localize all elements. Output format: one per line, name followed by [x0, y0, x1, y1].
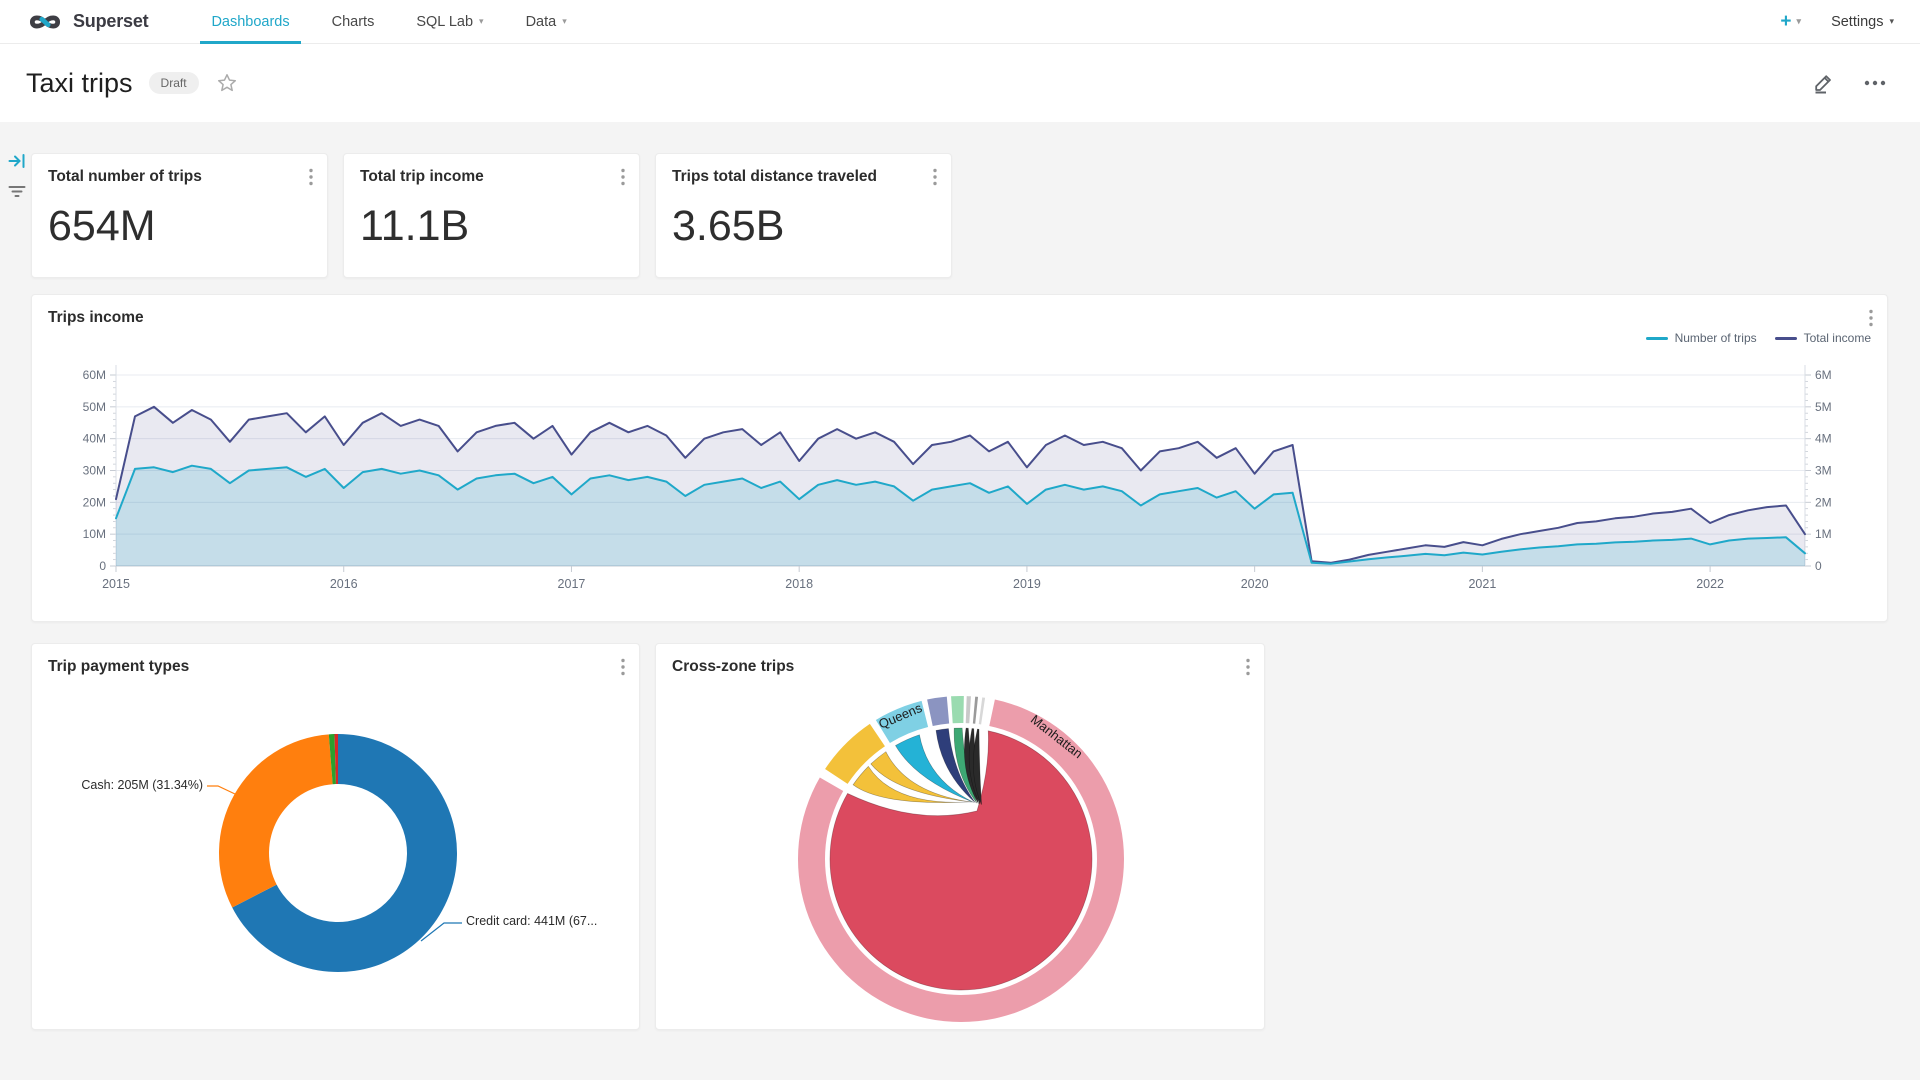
nav-item-charts[interactable]: Charts: [311, 0, 396, 43]
svg-text:60M: 60M: [83, 368, 106, 382]
kpi-card-total-distance: Trips total distance traveled 3.65B: [655, 153, 952, 278]
kpi-value: 654M: [48, 202, 156, 251]
kpi-card-trip-income: Total trip income 11.1B: [343, 153, 640, 278]
kebab-menu-icon[interactable]: [931, 166, 939, 193]
svg-text:5M: 5M: [1815, 400, 1832, 414]
kpi-value: 3.65B: [672, 202, 784, 251]
chart-title: Trips income: [48, 309, 144, 327]
svg-text:0: 0: [1815, 559, 1822, 573]
page-title: Taxi trips: [26, 68, 133, 99]
kpi-card-total-trips: Total number of trips 654M: [31, 153, 328, 278]
edit-pencil-icon[interactable]: [1812, 71, 1836, 95]
more-actions-icon[interactable]: [1864, 80, 1886, 86]
chevron-down-icon: ▾: [1889, 16, 1894, 27]
svg-text:3M: 3M: [1815, 464, 1832, 478]
kebab-menu-icon[interactable]: [307, 166, 315, 193]
svg-text:4M: 4M: [1815, 432, 1832, 446]
nav-item-sql-lab[interactable]: SQL Lab ▾: [395, 0, 504, 43]
settings-menu[interactable]: Settings ▾: [1831, 14, 1894, 30]
expand-filter-bar-icon[interactable]: [8, 152, 26, 170]
chevron-down-icon: ▾: [562, 16, 567, 27]
main-nav: Dashboards Charts SQL Lab ▾ Data ▾: [190, 0, 587, 43]
cross-zone-chord-chart: ManhattanQueens: [656, 644, 1266, 1031]
pie-label-credit-card: Credit card: 441M (67...: [466, 914, 597, 928]
svg-text:2015: 2015: [102, 577, 130, 591]
svg-text:2M: 2M: [1815, 495, 1832, 509]
favorite-star-icon[interactable]: [217, 73, 237, 93]
svg-text:6M: 6M: [1815, 368, 1832, 382]
infinity-logo-icon: [26, 9, 64, 35]
filter-funnel-icon[interactable]: [8, 184, 26, 200]
pie-label-cash: Cash: 205M (31.34%): [32, 778, 203, 792]
svg-text:0: 0: [99, 559, 106, 573]
brand-name: Superset: [73, 11, 148, 32]
chevron-down-icon: ▾: [479, 16, 484, 27]
kebab-menu-icon[interactable]: [619, 166, 627, 193]
top-navbar: Superset Dashboards Charts SQL Lab ▾ Dat…: [0, 0, 1920, 44]
svg-text:2018: 2018: [785, 577, 813, 591]
chevron-down-icon: ▾: [1797, 16, 1802, 27]
dashboard-content: Total number of trips 654M Total trip in…: [0, 122, 1920, 1080]
kpi-title: Total trip income: [360, 168, 484, 186]
svg-text:2019: 2019: [1013, 577, 1041, 591]
trips-income-chart-card: Trips income Number of trips Total incom…: [31, 294, 1888, 622]
kpi-title: Total number of trips: [48, 168, 202, 186]
new-item-button[interactable]: + ▾: [1780, 11, 1801, 33]
status-badge: Draft: [149, 72, 199, 94]
nav-item-dashboards[interactable]: Dashboards: [190, 0, 310, 43]
svg-text:30M: 30M: [83, 464, 106, 478]
trips-income-line-chart: 0 10M 20M 30M 40M 50M 60M 0 1M 2M 3M 4M 5M 6M 2015 2016…: [48, 331, 1873, 615]
kpi-title: Trips total distance traveled: [672, 168, 877, 186]
dashboard-header: Taxi trips Draft: [0, 44, 1920, 122]
svg-text:40M: 40M: [83, 432, 106, 446]
svg-text:2020: 2020: [1241, 577, 1269, 591]
svg-text:2017: 2017: [558, 577, 586, 591]
nav-item-data[interactable]: Data ▾: [505, 0, 588, 43]
kpi-value: 11.1B: [360, 202, 469, 251]
payment-types-chart-card: Trip payment types Cash: 205M (31.34%) C…: [31, 643, 640, 1030]
kebab-menu-icon[interactable]: [1867, 307, 1875, 334]
cross-zone-chart-card: Cross-zone trips ManhattanQueens: [655, 643, 1265, 1030]
payment-types-donut-chart: [32, 644, 641, 1031]
svg-text:20M: 20M: [83, 495, 106, 509]
svg-text:50M: 50M: [83, 400, 106, 414]
svg-text:2022: 2022: [1696, 577, 1724, 591]
svg-text:2016: 2016: [330, 577, 358, 591]
superset-logo[interactable]: Superset: [26, 0, 148, 43]
svg-text:10M: 10M: [83, 527, 106, 541]
svg-text:1M: 1M: [1815, 527, 1832, 541]
plus-icon: +: [1780, 11, 1791, 33]
svg-text:2021: 2021: [1468, 577, 1496, 591]
